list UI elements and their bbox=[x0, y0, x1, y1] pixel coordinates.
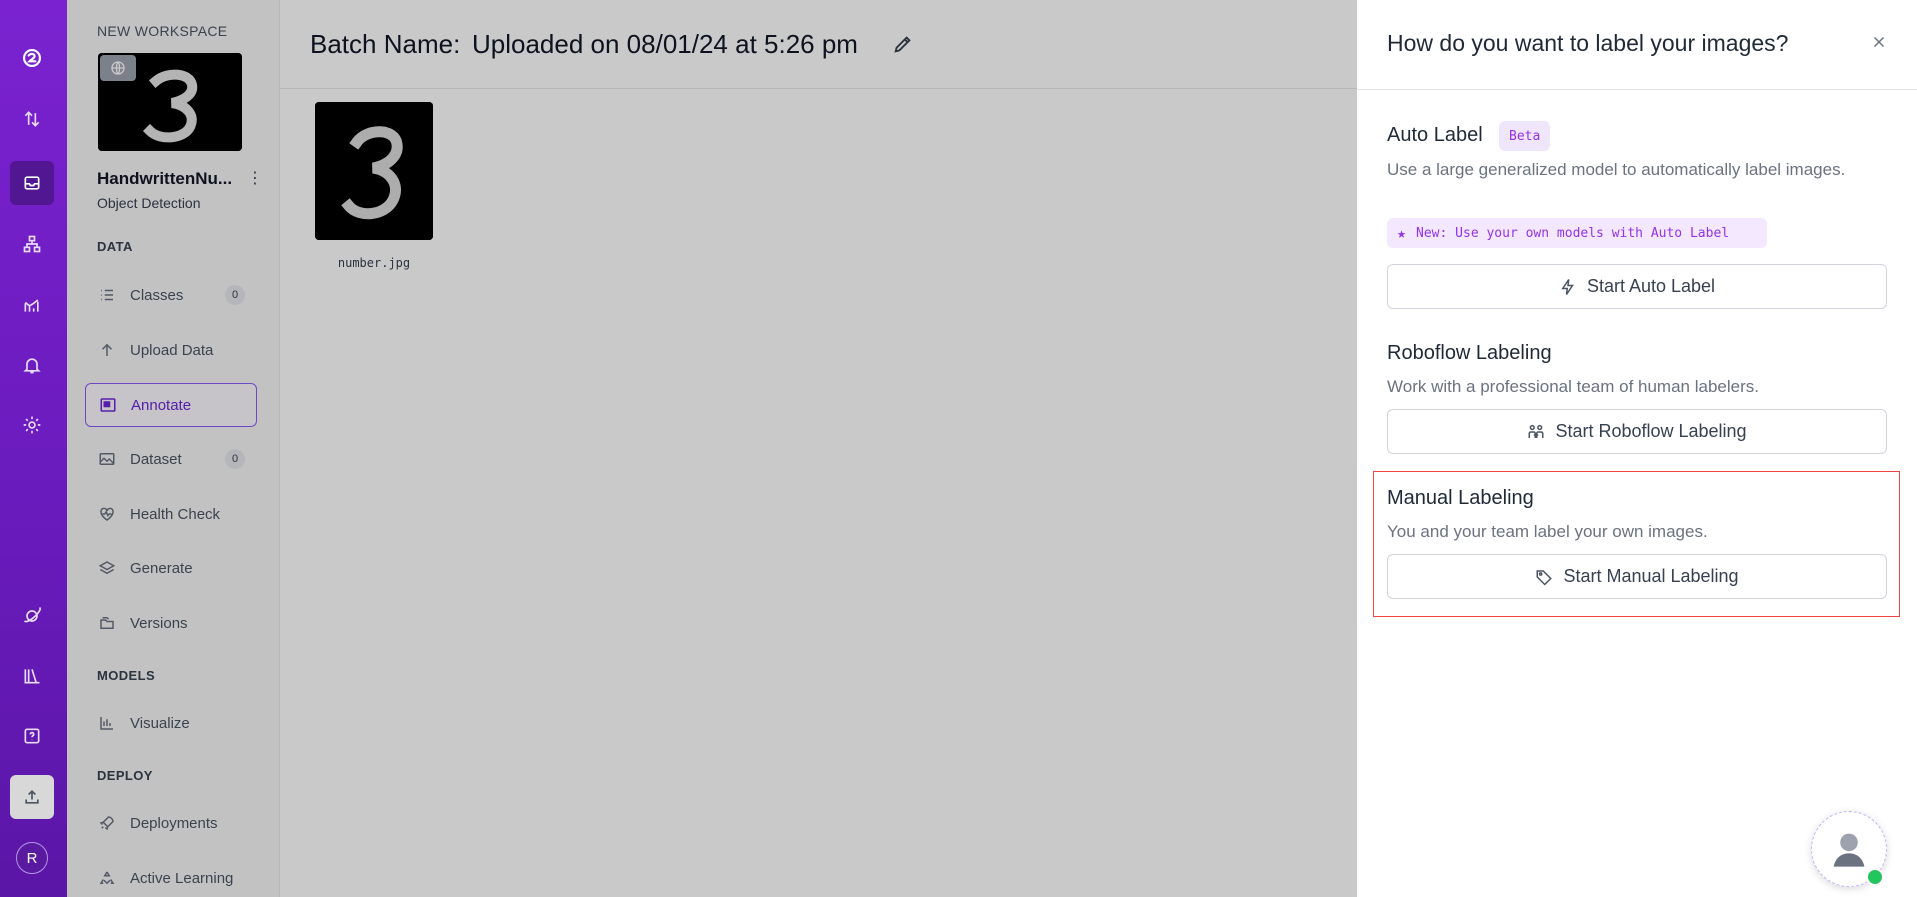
button-label: Start Manual Labeling bbox=[1563, 566, 1739, 586]
auto-label-description: Use a large generalized model to automat… bbox=[1387, 160, 1846, 179]
drawer-title: How do you want to label your images? bbox=[1387, 30, 1789, 56]
new-feature-text: New: Use your own models with Auto Label bbox=[1416, 225, 1730, 241]
modal-backdrop[interactable] bbox=[67, 0, 1357, 897]
help-icon[interactable] bbox=[10, 714, 54, 758]
manual-labeling-description: You and your team label your own images. bbox=[1387, 522, 1708, 541]
beta-badge: Beta bbox=[1499, 121, 1551, 151]
upload-icon[interactable] bbox=[10, 775, 54, 819]
start-roboflow-labeling-button[interactable]: Start Roboflow Labeling bbox=[1387, 409, 1887, 454]
star-icon: ★ bbox=[1397, 224, 1407, 242]
tag-icon bbox=[1536, 569, 1553, 586]
sort-arrows-icon[interactable] bbox=[10, 97, 54, 141]
team-people-icon bbox=[1528, 424, 1544, 438]
drawer-divider bbox=[1357, 89, 1917, 90]
online-status-indicator bbox=[1866, 868, 1884, 886]
auto-label-title: Auto Label bbox=[1387, 124, 1483, 146]
lightning-icon bbox=[1561, 278, 1574, 295]
button-label: Start Auto Label bbox=[1586, 276, 1716, 296]
manual-labeling-title: Manual Labeling bbox=[1387, 487, 1534, 509]
planet-icon[interactable] bbox=[10, 594, 54, 638]
button-label: Start Roboflow Labeling bbox=[1555, 421, 1747, 441]
icon-rail: R bbox=[0, 0, 67, 897]
library-books-icon[interactable] bbox=[10, 654, 54, 698]
start-manual-labeling-button[interactable]: Start Manual Labeling bbox=[1387, 554, 1887, 599]
new-feature-badge[interactable]: ★ New: Use your own models with Auto Lab… bbox=[1387, 218, 1767, 248]
roboflow-labeling-title: Roboflow Labeling bbox=[1387, 342, 1552, 364]
support-agent-icon bbox=[1833, 833, 1865, 867]
inbox-icon[interactable] bbox=[10, 161, 54, 205]
settings-gear-icon[interactable] bbox=[10, 403, 54, 447]
hierarchy-icon[interactable] bbox=[10, 222, 54, 266]
close-icon[interactable] bbox=[1867, 30, 1891, 54]
analytics-icon[interactable] bbox=[10, 283, 54, 327]
label-options-drawer: How do you want to label your images? Au… bbox=[1357, 0, 1917, 897]
user-avatar[interactable]: R bbox=[16, 842, 48, 874]
bell-icon[interactable] bbox=[10, 343, 54, 387]
roboflow-labeling-description: Work with a professional team of human l… bbox=[1387, 377, 1759, 396]
roboflow-logo-icon[interactable] bbox=[10, 36, 54, 80]
start-auto-label-button[interactable]: Start Auto Label bbox=[1387, 264, 1887, 309]
